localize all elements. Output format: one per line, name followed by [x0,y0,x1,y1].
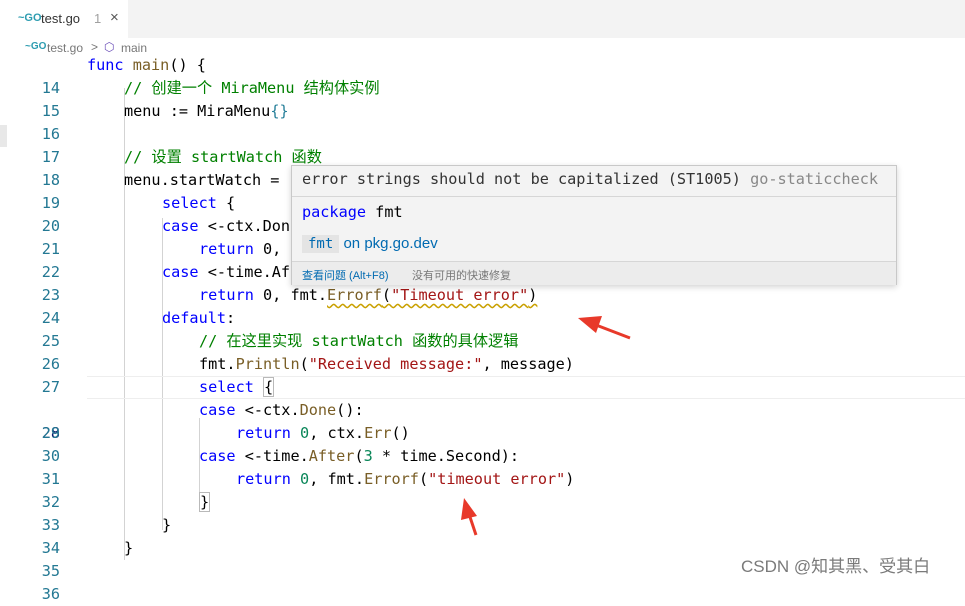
annotation-arrows [461,316,631,536]
arrow-annotation [578,316,631,340]
line-number: 36 [41,585,60,603]
watermark: CSDN @知其黑、受其白 [741,557,931,576]
arrow-annotation [461,498,478,536]
